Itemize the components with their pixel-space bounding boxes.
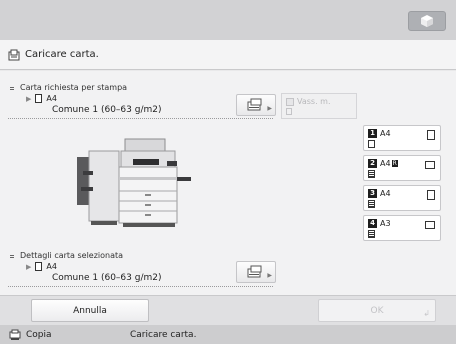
selected-paper-size: ▶ A4 [26,262,57,271]
enter-icon: ↲ [423,309,430,318]
paper-stack-icon [368,200,375,208]
status-message: Caricare carta. [130,329,197,340]
drawer-2-button[interactable]: 2 A4 R [363,155,441,181]
cancel-button[interactable]: Annulla [31,299,149,322]
message-row: Caricare carta. [0,40,456,70]
requested-paper-label: Carta richiesta per stampa [8,83,127,92]
portrait-orientation-icon [427,130,435,140]
divider [8,286,273,287]
document-icon [286,108,292,115]
document-icon [35,262,43,271]
message-text: Caricare carta. [25,49,99,60]
landscape-orientation-icon [425,161,435,169]
paper-stack-icon [368,140,375,148]
paper-settings-icon [247,98,262,111]
top-right-button[interactable] [408,11,446,31]
main-panel: Carta richiesta per stampa ▶ A4 Comune 1 … [0,71,456,295]
selected-paper-label: Dettagli carta selezionata [8,251,123,260]
top-bar [0,0,456,40]
bypass-tray-icon [286,97,294,106]
paper-settings-icon [247,265,262,278]
copy-icon [9,329,21,340]
paper-tray-icon [8,49,20,60]
chevron-right-icon: ▶ [267,105,272,112]
drawer-1-button[interactable]: 1 A4 [363,125,441,151]
drawer-3-button[interactable]: 3 A4 [363,185,441,211]
chevron-right-icon: ▶ [267,272,272,279]
selected-paper-type: Comune 1 (60–63 g/m2) [52,273,162,283]
requested-paper-size: ▶ A4 [26,94,57,103]
document-icon [35,94,43,103]
bypass-tray-button[interactable]: Vass. m. [281,93,357,119]
arrow-icon: ▶ [26,94,32,103]
requested-paper-settings-button[interactable]: ▶ [236,94,276,116]
requested-paper-type: Comune 1 (60–63 g/m2) [52,105,162,115]
printer-illustration [77,138,191,227]
selected-paper-settings-button[interactable]: ▶ [236,261,276,283]
ok-button[interactable]: OK ↲ [318,299,436,322]
paper-stack-icon [368,230,375,238]
portrait-orientation-icon [427,190,435,200]
status-function: Copia [26,329,52,340]
status-bar: Copia Caricare carta. [0,325,456,344]
landscape-orientation-icon [425,221,435,229]
divider [8,118,273,119]
arrow-icon: ▶ [26,262,32,271]
settings-cube-icon [421,15,433,27]
action-bar: Annulla OK ↲ [0,295,456,325]
drawer-4-button[interactable]: 4 A3 [363,215,441,241]
paper-stack-icon [368,170,375,178]
